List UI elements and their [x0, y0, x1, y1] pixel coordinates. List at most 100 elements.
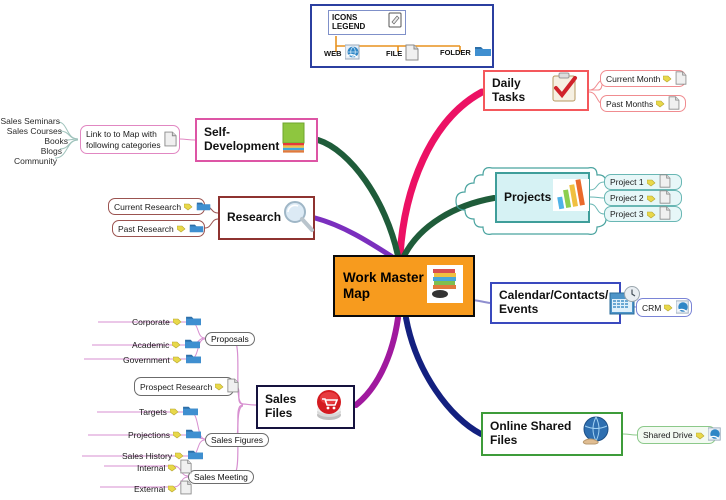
projections-label: Projections — [128, 429, 171, 440]
project-1-label: Project 1 — [610, 177, 644, 187]
tag-icon — [172, 355, 182, 364]
legend-label-file: FILE — [386, 49, 403, 58]
item-corporate[interactable]: Corporate — [132, 314, 202, 329]
sub-node-past-research[interactable]: Past Research — [112, 220, 205, 237]
branch-node-research[interactable]: Research — [218, 196, 315, 240]
folder-icon — [185, 427, 202, 442]
file-document-icon — [227, 378, 239, 395]
file-document-icon — [180, 480, 192, 497]
file-document-icon — [668, 95, 680, 112]
branch-node-daily-tasks[interactable]: Daily Tasks — [483, 70, 589, 111]
legend-label-folder: FOLDER — [440, 47, 471, 57]
bar-chart-icon — [551, 175, 591, 220]
legend-label-web: WEB — [324, 48, 342, 58]
calendar-label-line2: Events — [499, 302, 539, 316]
item-academic[interactable]: Academic — [132, 337, 201, 352]
branch-node-projects[interactable]: Projects — [495, 172, 590, 223]
tag-icon — [214, 382, 224, 391]
folder-icon — [189, 222, 204, 236]
central-title-line2: Map — [343, 286, 370, 301]
tag-icon — [168, 463, 177, 472]
item-targets[interactable]: Targets — [139, 404, 199, 419]
sub-node-project-2[interactable]: Project 2 — [604, 190, 682, 206]
self-development-label: Self-Development — [204, 125, 280, 153]
sub-node-current-month[interactable]: Current Month — [600, 70, 687, 87]
file-document-icon — [405, 44, 419, 63]
legend-title-box: ICONS LEGEND — [328, 10, 406, 35]
folder-icon — [184, 337, 201, 352]
sub-node-current-research[interactable]: Current Research — [108, 198, 211, 215]
tag-icon — [646, 194, 656, 203]
past-months-label: Past Months — [606, 98, 654, 109]
file-document-icon — [675, 70, 687, 87]
legend-item-folder: FOLDER — [440, 44, 492, 60]
leaf-sales-seminars[interactable]: Sales Seminars — [0, 116, 60, 126]
central-node-work-master-map[interactable]: Work Master Map — [333, 255, 475, 317]
item-government[interactable]: Government — [123, 352, 202, 367]
sub-node-shared-drive[interactable]: Shared Drive — [637, 426, 721, 444]
leaf-books[interactable]: Books — [0, 136, 68, 146]
project-2-label: Project 2 — [610, 193, 644, 203]
folder-icon — [474, 44, 492, 60]
corporate-label: Corporate — [132, 316, 170, 327]
legend-item-web: WEB — [324, 44, 361, 62]
sub-node-project-3[interactable]: Project 3 — [604, 206, 682, 222]
prospect-research-label: Prospect Research — [140, 381, 213, 392]
leaf-sales-courses[interactable]: Sales Courses — [0, 126, 62, 136]
current-research-label: Current Research — [114, 201, 182, 212]
file-document-icon — [180, 459, 192, 476]
folder-icon — [185, 352, 202, 367]
branch-node-online-shared-files[interactable]: Online Shared Files — [481, 412, 623, 456]
central-title-line1: Work Master — [343, 270, 424, 286]
legend-title-line2: LEGEND — [332, 21, 366, 31]
tag-icon — [663, 74, 672, 83]
file-document-icon — [659, 206, 671, 222]
branch-node-self-development[interactable]: Self-Development — [195, 118, 318, 162]
clipboard-check-icon — [548, 72, 580, 109]
sub-node-project-1[interactable]: Project 1 — [604, 174, 682, 190]
tag-icon — [172, 317, 182, 326]
folder-icon — [185, 314, 202, 329]
group-label-sales-meeting[interactable]: Sales Meeting — [188, 470, 254, 484]
group-label-sales-figures[interactable]: Sales Figures — [205, 433, 269, 447]
sub-node-prospect-research[interactable]: Prospect Research — [134, 377, 239, 396]
tag-icon — [695, 431, 705, 440]
sub-node-link-to-map[interactable]: Link to to Map with following categories — [80, 125, 180, 154]
calendar-label-line1: Calendar/Contacts/ — [499, 288, 609, 303]
web-globe-icon — [344, 44, 361, 62]
tag-icon — [646, 178, 656, 187]
page-edit-icon — [388, 12, 402, 33]
daily-tasks-label: Daily Tasks — [492, 75, 526, 104]
globe-hand-icon — [578, 414, 614, 455]
branch-node-sales-files[interactable]: Sales Files — [256, 385, 355, 429]
leaf-blogs[interactable]: Blogs — [0, 146, 62, 156]
past-research-label: Past Research — [118, 223, 174, 234]
icons-legend-box: ICONS LEGEND WEB FILE FOLDER — [310, 4, 494, 68]
sales-files-label: Sales Files — [265, 392, 297, 420]
government-label: Government — [123, 354, 170, 365]
sub-node-past-months[interactable]: Past Months — [600, 95, 686, 112]
academic-label: Academic — [132, 339, 170, 350]
web-globe-icon — [707, 427, 722, 443]
item-internal[interactable]: Internal — [137, 459, 192, 476]
shared-drive-label: Shared Drive — [643, 430, 693, 440]
research-label: Research — [227, 210, 282, 225]
branch-node-calendar-contacts-events[interactable]: Calendar/Contacts/ Events — [490, 282, 641, 324]
file-document-icon — [659, 190, 671, 206]
external-label: External — [134, 483, 166, 494]
web-globe-icon — [675, 299, 690, 316]
online-shared-files-label: Online Shared Files — [490, 419, 572, 447]
sub-node-crm[interactable]: CRM — [636, 298, 692, 317]
tag-icon — [655, 99, 665, 108]
leaf-community[interactable]: Community — [0, 156, 57, 166]
current-month-label: Current Month — [606, 73, 661, 84]
tag-icon — [172, 430, 182, 439]
link-to-map-line1: Link to to Map with — [86, 128, 157, 139]
internal-label: Internal — [137, 462, 166, 473]
green-books-icon — [279, 121, 309, 160]
item-projections[interactable]: Projections — [128, 427, 202, 442]
item-external[interactable]: External — [134, 480, 192, 497]
group-label-proposals[interactable]: Proposals — [205, 332, 255, 346]
project-3-label: Project 3 — [610, 209, 644, 219]
magnifier-icon — [281, 199, 315, 238]
